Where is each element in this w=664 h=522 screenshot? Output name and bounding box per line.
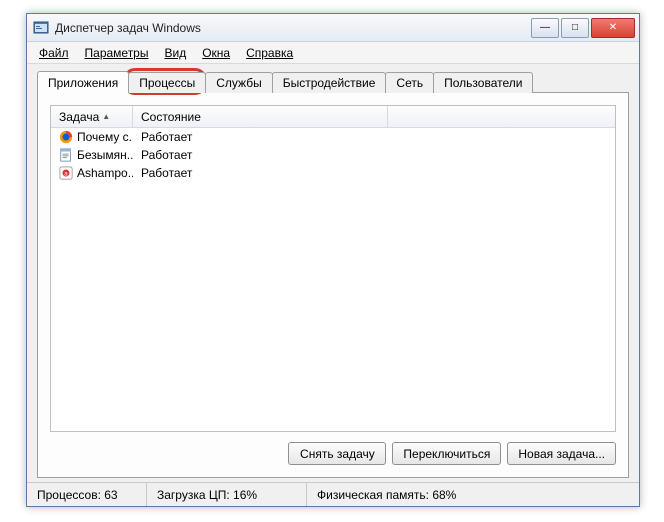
app-icon [33, 20, 49, 36]
tab-users[interactable]: Пользователи [433, 72, 533, 93]
table-row[interactable]: Почему с...Работает [51, 128, 615, 146]
applications-listview[interactable]: Задача ▲ Состояние Почему с...РаботаетБе… [50, 105, 616, 432]
table-row[interactable]: Безымян...Работает [51, 146, 615, 164]
titlebar[interactable]: Диспетчер задач Windows — □ ✕ [27, 14, 639, 42]
menubar: Файл Параметры Вид Окна Справка [27, 42, 639, 64]
tab-processes[interactable]: Процессы [128, 72, 206, 93]
close-icon: ✕ [609, 22, 617, 33]
status-cpu: Загрузка ЦП: 16% [147, 483, 307, 506]
menu-file[interactable]: Файл [33, 44, 75, 62]
close-button[interactable]: ✕ [591, 18, 635, 38]
cell-task: a Ashampo... [51, 166, 133, 180]
sort-asc-icon: ▲ [102, 112, 110, 121]
maximize-button[interactable]: □ [561, 18, 589, 38]
tab-strip: Приложения Процессы Службы Быстродействи… [37, 72, 629, 93]
task-manager-window: Диспетчер задач Windows — □ ✕ Файл Парам… [26, 13, 640, 507]
tab-networking[interactable]: Сеть [385, 72, 434, 93]
switch-to-button[interactable]: Переключиться [392, 442, 501, 465]
body-area: Приложения Процессы Службы Быстродействи… [27, 64, 639, 482]
new-task-button[interactable]: Новая задача... [507, 442, 616, 465]
table-row[interactable]: a Ashampo...Работает [51, 164, 615, 182]
cell-task: Безымян... [51, 148, 133, 162]
tab-services[interactable]: Службы [205, 72, 272, 93]
tab-panel-applications: Задача ▲ Состояние Почему с...РаботаетБе… [37, 92, 629, 478]
column-blank[interactable] [388, 106, 615, 127]
maximize-icon: □ [572, 22, 578, 33]
cell-state: Работает [133, 148, 388, 162]
status-processes: Процессов: 63 [27, 483, 147, 506]
task-name: Почему с... [77, 130, 133, 144]
menu-options[interactable]: Параметры [79, 44, 155, 62]
menu-view[interactable]: Вид [158, 44, 192, 62]
cell-state: Работает [133, 130, 388, 144]
status-memory: Физическая память: 68% [307, 483, 639, 506]
tab-applications[interactable]: Приложения [37, 71, 129, 93]
column-state[interactable]: Состояние [133, 106, 388, 127]
window-controls: — □ ✕ [529, 18, 635, 38]
task-name: Безымян... [77, 148, 133, 162]
tab-performance[interactable]: Быстродействие [272, 72, 387, 93]
firefox-icon [59, 130, 73, 144]
minimize-icon: — [540, 22, 550, 33]
cell-state: Работает [133, 166, 388, 180]
menu-help[interactable]: Справка [240, 44, 299, 62]
svg-text:a: a [64, 171, 68, 178]
menu-windows[interactable]: Окна [196, 44, 236, 62]
listview-header: Задача ▲ Состояние [51, 106, 615, 128]
ashampoo-icon: a [59, 166, 73, 180]
notepad-icon [59, 148, 73, 162]
minimize-button[interactable]: — [531, 18, 559, 38]
column-task-label: Задача [59, 110, 99, 124]
end-task-button[interactable]: Снять задачу [288, 442, 386, 465]
listview-body: Почему с...РаботаетБезымян...РаботаетaAs… [51, 128, 615, 431]
cell-task: Почему с... [51, 130, 133, 144]
window-title: Диспетчер задач Windows [55, 21, 529, 35]
statusbar: Процессов: 63 Загрузка ЦП: 16% Физическа… [27, 482, 639, 506]
button-row: Снять задачу Переключиться Новая задача.… [50, 432, 616, 465]
column-task[interactable]: Задача ▲ [51, 106, 133, 127]
task-name: Ashampo... [77, 166, 133, 180]
